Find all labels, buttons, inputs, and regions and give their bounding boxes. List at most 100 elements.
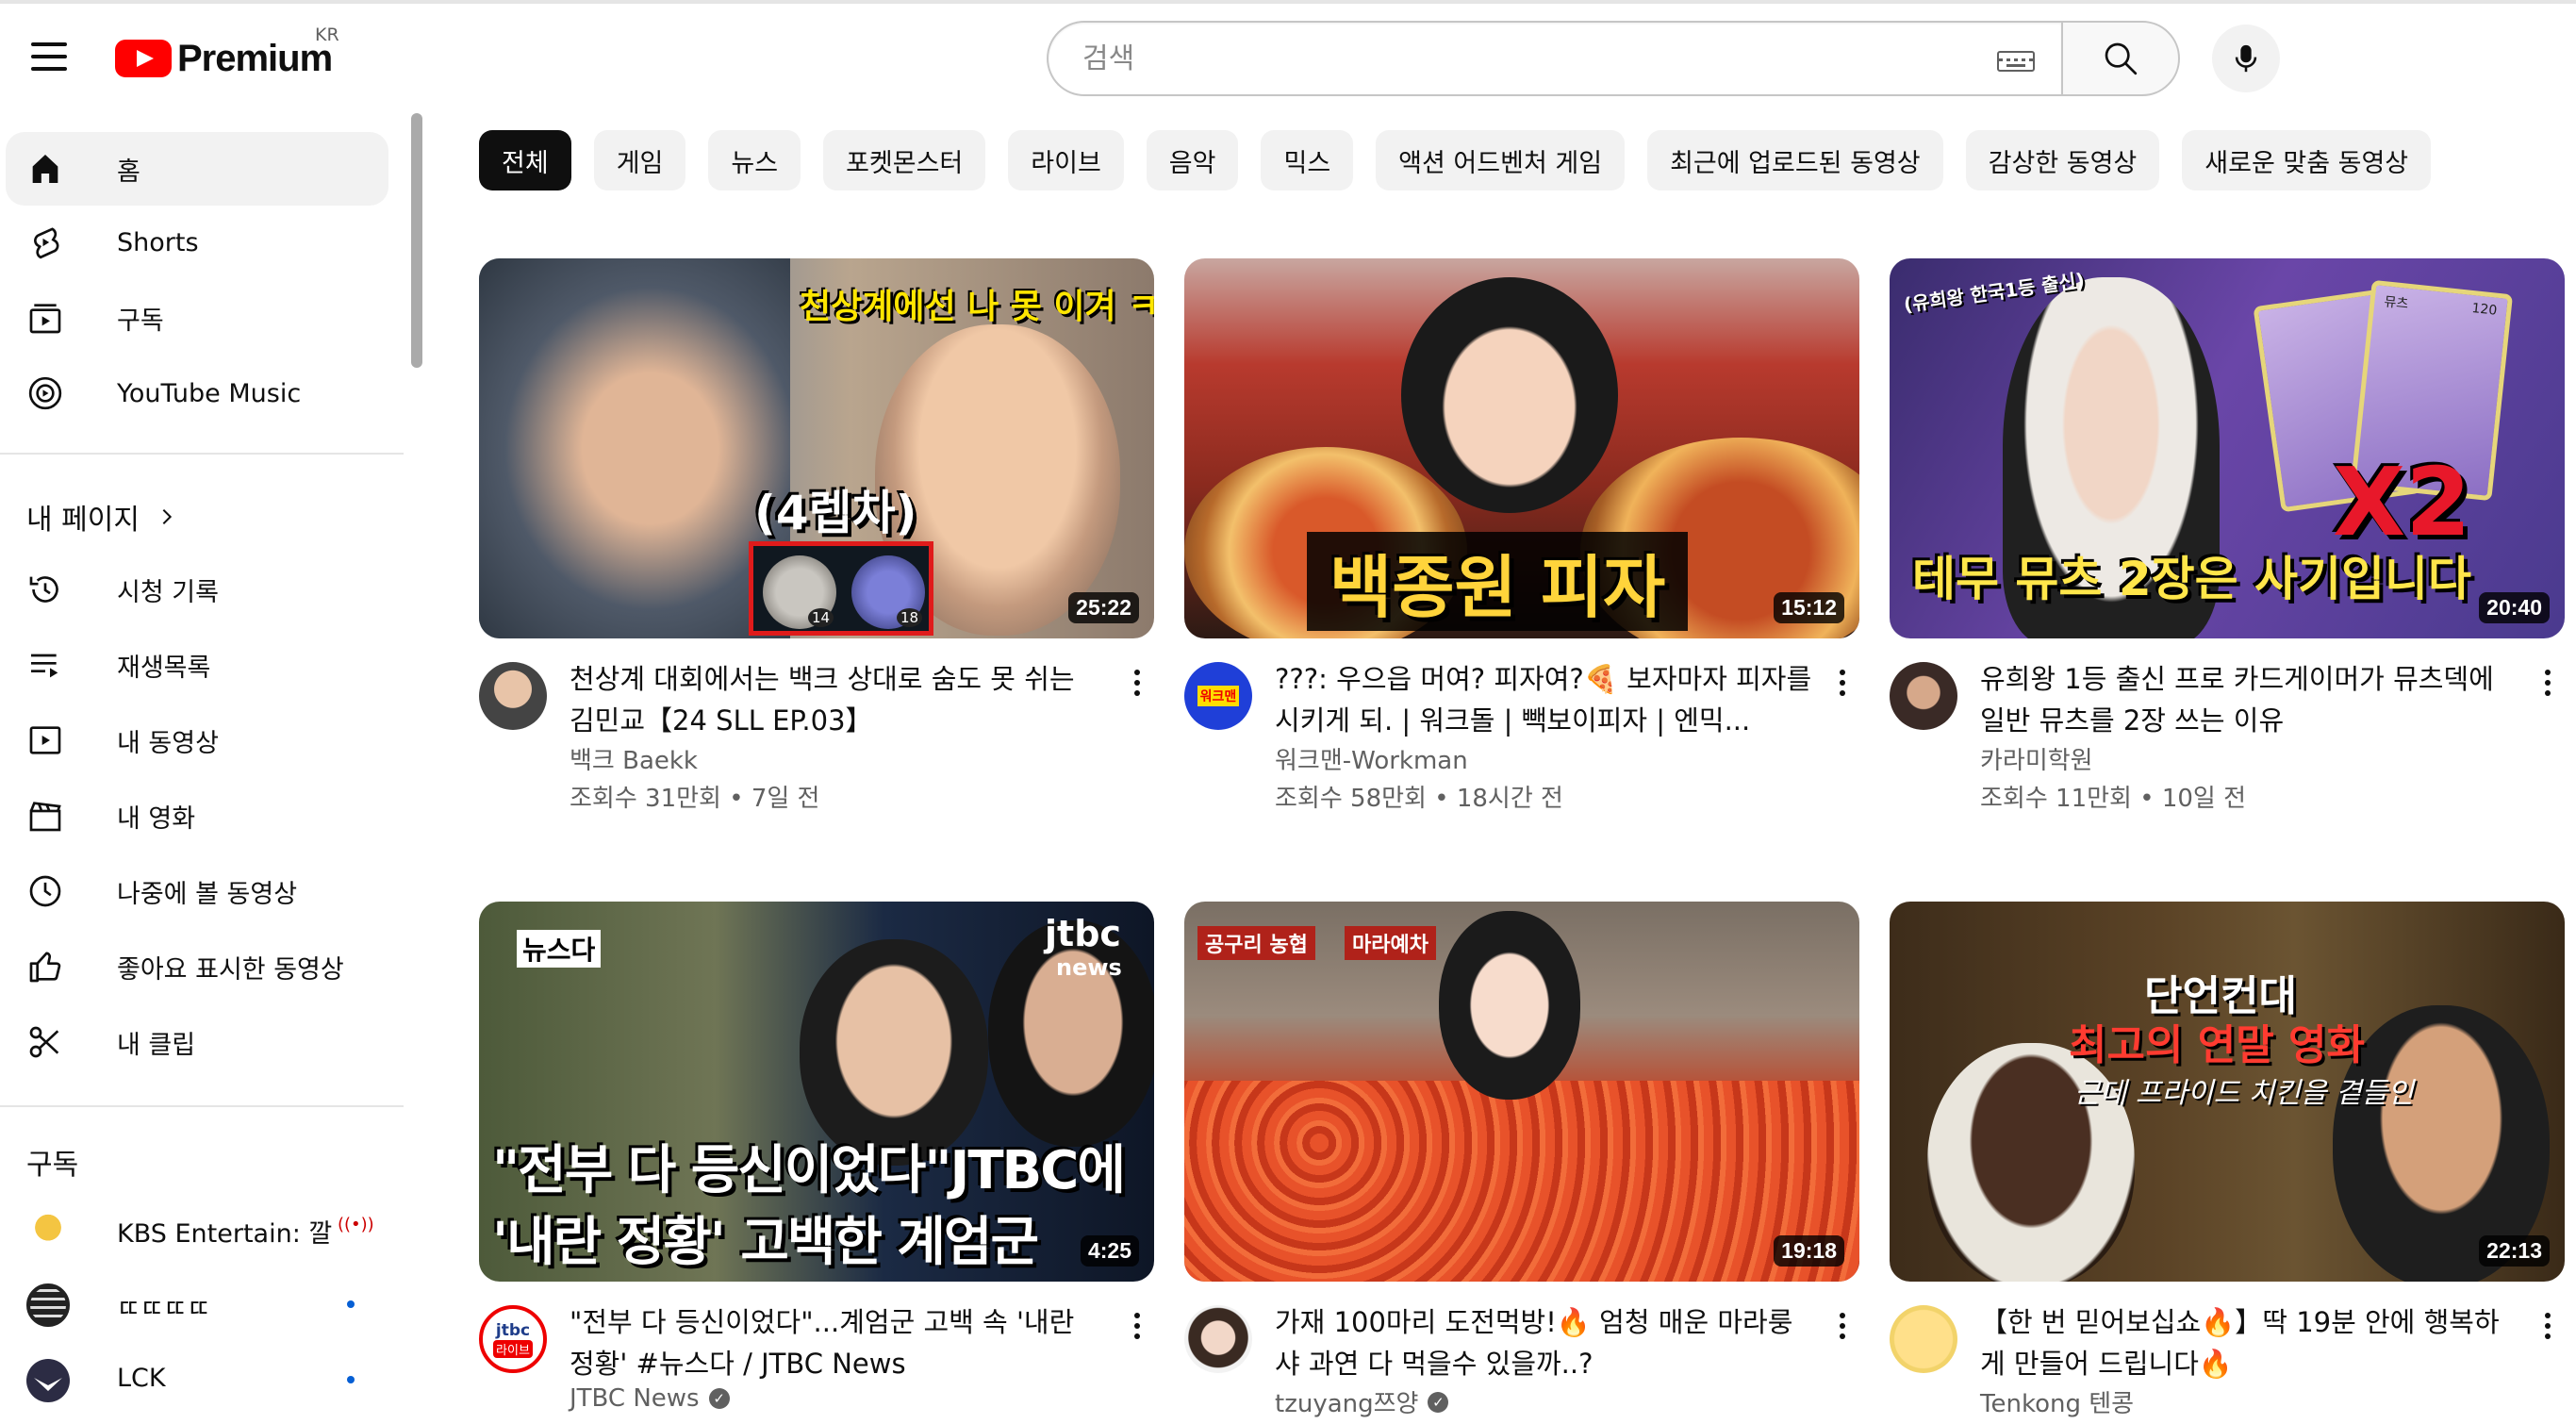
subscription-item-2[interactable]: ㄸㄸㄸㄸ xyxy=(6,1267,388,1341)
channel-name[interactable]: JTBC News ✓ xyxy=(570,1384,730,1413)
sidebar-item-history[interactable]: 시청 기록 xyxy=(6,553,388,626)
video-title[interactable]: ???: 우으읍 머여? 피자여?🍕 보자마자 피자를 시키게 되. | 워크돌… xyxy=(1275,658,1812,741)
watch-later-icon xyxy=(26,872,64,910)
video-duration: 19:18 xyxy=(1774,1235,1844,1267)
more-options-icon[interactable] xyxy=(1120,664,1154,702)
channel-avatar[interactable] xyxy=(1890,1305,1957,1373)
sidebar-item-home[interactable]: 홈 xyxy=(6,132,388,206)
menu-icon[interactable] xyxy=(25,32,74,81)
video-thumbnail[interactable]: 천상계에선 나 못 이겨 ㅋㅋ (4렙차) 14 18 25:22 xyxy=(479,258,1154,638)
card-name: 뮤츠 xyxy=(2383,294,2409,312)
channel-avatar[interactable]: jtbc 라이브 xyxy=(479,1305,547,1373)
sidebar-item-your-videos[interactable]: 내 동영상 xyxy=(6,704,388,777)
channel-name-text: 워크맨-Workman xyxy=(1275,747,1468,775)
you-section-title[interactable]: 내 페이지 xyxy=(26,496,177,538)
new-content-dot xyxy=(347,1300,355,1308)
history-icon xyxy=(26,571,64,608)
sidebar-item-shorts[interactable]: Shorts xyxy=(6,206,388,279)
channel-name[interactable]: Tenkong 텐콩 xyxy=(1980,1384,2134,1419)
sidebar-item-youtube-music[interactable]: YouTube Music xyxy=(6,356,388,430)
more-options-icon[interactable] xyxy=(1825,1307,1859,1345)
sidebar-divider xyxy=(0,453,404,455)
sidebar-item-watch-later[interactable]: 나중에 볼 동영상 xyxy=(6,854,388,928)
subscription-item-kbs[interactable]: KBS Entertain: 깔... ((•)) xyxy=(6,1192,388,1266)
channel-name[interactable]: tzuyang쯔양 ✓ xyxy=(1275,1384,1449,1419)
video-title[interactable]: 【한 번 믿어보십쇼🔥】딱 19분 안에 행복하게 만들어 드립니다🔥 xyxy=(1980,1301,2518,1384)
sidebar-scrollbar[interactable] xyxy=(411,113,422,368)
video-title[interactable]: "전부 다 등신이었다"...계엄군 고백 속 '내란 정황' #뉴스다 / J… xyxy=(570,1301,1107,1384)
sidebar-item-label: 나중에 볼 동영상 xyxy=(117,879,298,909)
chip-mix[interactable]: 믹스 xyxy=(1261,130,1354,190)
news-logo: news xyxy=(1056,954,1122,981)
voice-search-button[interactable] xyxy=(2212,25,2280,92)
clips-icon xyxy=(26,1023,64,1061)
video-thumbnail[interactable]: jtbc news 뉴스다 "전부 다 등신이었다"JTBC에 '내란 정황' … xyxy=(479,902,1154,1282)
video-duration: 22:13 xyxy=(2479,1235,2550,1267)
video-thumbnail[interactable]: 뮤츠 120 (유희왕 한국1등 출신) X2 테무 뮤츠 2장은 사기입니다 … xyxy=(1890,258,2565,638)
channel-name[interactable]: 백크 Baekk xyxy=(570,741,698,776)
live-icon: ((•)) xyxy=(338,1215,374,1234)
chip-new-to-you[interactable]: 새로운 맞춤 동영상 xyxy=(2182,130,2432,190)
search-bar xyxy=(1047,21,2180,96)
channel-name[interactable]: 카라미학원 xyxy=(1980,741,2093,776)
keyboard-icon[interactable] xyxy=(1997,51,2035,72)
subscription-label: LCK xyxy=(117,1364,166,1393)
chevron-right-icon xyxy=(162,508,173,525)
chip-action-adventure[interactable]: 액션 어드벤처 게임 xyxy=(1376,130,1626,190)
search-button[interactable] xyxy=(2061,21,2180,96)
sidebar-item-label: 구독 xyxy=(117,306,164,336)
channel-name[interactable]: 워크맨-Workman xyxy=(1275,741,1468,776)
filter-chips: 전체 게임 뉴스 포켓몬스터 라이브 음악 믹스 액션 어드벤처 게임 최근에 … xyxy=(479,130,2432,190)
channel-avatar-text: 워크맨 xyxy=(1197,686,1240,706)
new-content-dot xyxy=(347,1376,355,1383)
thumbnail-caption: 테무 뮤츠 2장은 사기입니다 xyxy=(1912,552,2472,606)
sidebar-divider xyxy=(0,1105,404,1107)
chip-all[interactable]: 전체 xyxy=(479,130,571,190)
shorts-icon xyxy=(26,224,64,261)
verified-icon: ✓ xyxy=(1428,1391,1449,1413)
champion-level: 14 xyxy=(808,608,834,627)
more-options-icon[interactable] xyxy=(2531,664,2565,702)
youtube-premium-logo[interactable]: Premium xyxy=(115,32,333,85)
home-icon xyxy=(26,150,64,188)
channel-avatar[interactable] xyxy=(1184,1305,1252,1373)
thumbnail-caption: (4렙차) xyxy=(754,486,917,540)
more-options-icon[interactable] xyxy=(2531,1307,2565,1345)
channel-avatar[interactable]: 워크맨 xyxy=(1184,662,1252,730)
thumbnail-caption: 최고의 연말 영화 xyxy=(2069,1021,2365,1069)
sidebar-item-clips[interactable]: 내 클립 xyxy=(6,1005,388,1079)
sidebar-item-your-movies[interactable]: 내 영화 xyxy=(6,779,388,853)
subscription-item-lck[interactable]: LCK xyxy=(6,1343,388,1416)
sidebar-item-label: 내 영화 xyxy=(117,803,196,834)
chip-live[interactable]: 라이브 xyxy=(1008,130,1124,190)
video-thumbnail[interactable]: 백종원 피자 15:12 xyxy=(1184,258,1859,638)
search-icon xyxy=(2105,42,2138,75)
you-section-label: 내 페이지 xyxy=(26,504,140,537)
more-options-icon[interactable] xyxy=(1825,664,1859,702)
sidebar-item-liked-videos[interactable]: 좋아요 표시한 동영상 xyxy=(6,930,388,1003)
search-input[interactable] xyxy=(1082,41,1912,75)
champion-level: 18 xyxy=(897,608,923,627)
youtube-play-icon xyxy=(115,40,172,77)
chip-news[interactable]: 뉴스 xyxy=(708,130,801,190)
video-title[interactable]: 가재 100마리 도전먹방!🔥 엄청 매운 마라룽샤 과연 다 먹을수 있을까.… xyxy=(1275,1301,1812,1384)
sidebar-item-playlists[interactable]: 재생목록 xyxy=(6,628,388,702)
channel-name-text: Tenkong 텐콩 xyxy=(1980,1390,2135,1418)
chip-watched[interactable]: 감상한 동영상 xyxy=(1965,130,2160,190)
channel-avatar xyxy=(26,1208,70,1251)
thumbnail-caption: 공구리 농협 xyxy=(1197,926,1315,960)
live-badge: 라이브 xyxy=(493,1339,533,1358)
video-thumbnail[interactable]: 단언컨대 최고의 연말 영화 근데 프라이드 치킨을 곁들인 22:13 xyxy=(1890,902,2565,1282)
channel-avatar[interactable] xyxy=(1890,662,1957,730)
chip-pokemon[interactable]: 포켓몬스터 xyxy=(823,130,986,190)
channel-avatar[interactable] xyxy=(479,662,547,730)
chip-recently-uploaded[interactable]: 최근에 업로드된 동영상 xyxy=(1647,130,1943,190)
chip-music[interactable]: 음악 xyxy=(1146,130,1239,190)
video-title[interactable]: 천상계 대회에서는 백크 상대로 숨도 못 쉬는 김민교【24 SLL EP.0… xyxy=(570,658,1107,741)
sidebar-item-subscriptions[interactable]: 구독 xyxy=(6,281,388,355)
chip-gaming[interactable]: 게임 xyxy=(593,130,686,190)
more-options-icon[interactable] xyxy=(1120,1307,1154,1345)
video-thumbnail[interactable]: 공구리 농협 마라예차 19:18 xyxy=(1184,902,1859,1282)
channel-name-text: JTBC News xyxy=(570,1384,700,1413)
video-title[interactable]: 유희왕 1등 출신 프로 카드게이머가 뮤츠덱에 일반 뮤츠를 2장 쓰는 이유 xyxy=(1980,658,2518,741)
